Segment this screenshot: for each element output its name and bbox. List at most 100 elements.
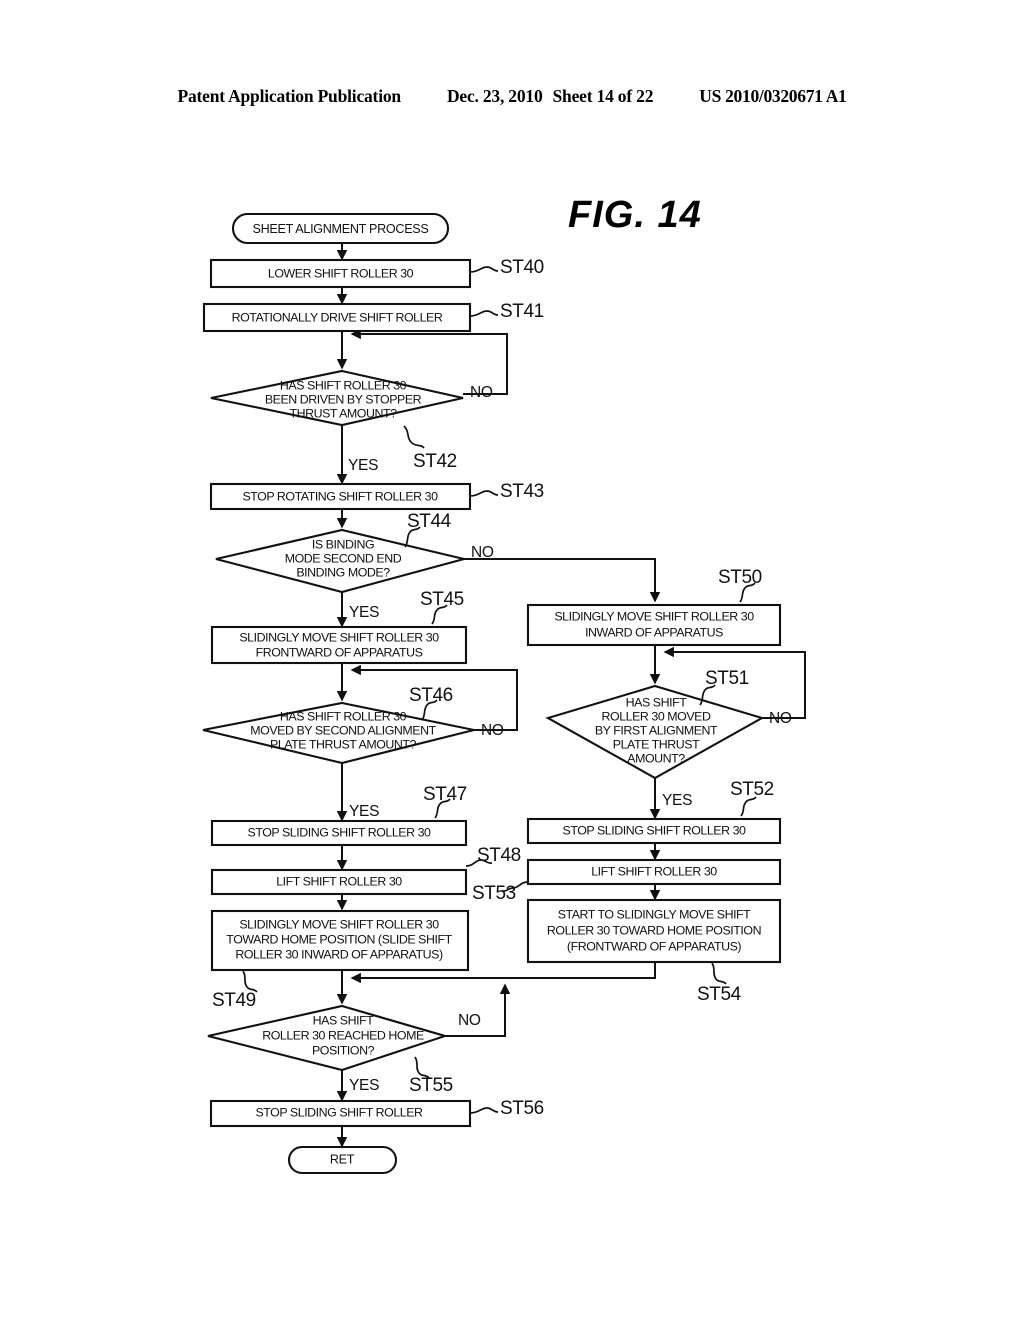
leader-st50: ST50 xyxy=(718,567,762,603)
node-st56[interactable]: STOP SLIDING SHIFT ROLLER xyxy=(209,1099,472,1128)
node-st55-line-2: POSITION? xyxy=(312,1043,375,1057)
step-label-st42: ST42 xyxy=(413,451,457,472)
branch-st51-no: NO xyxy=(769,710,792,727)
node-st45[interactable]: SLIDINGLY MOVE SHIFT ROLLER 30 FRONTWARD… xyxy=(210,625,468,665)
leader-st44: ST44 xyxy=(404,511,452,548)
step-label-st49: ST49 xyxy=(212,990,256,1011)
node-st51-line-2: BY FIRST ALIGNMENT xyxy=(595,723,718,737)
node-st54-line-0: START TO SLIDINGLY MOVE SHIFT xyxy=(558,907,751,921)
node-st44[interactable]: IS BINDING MODE SECOND END BINDING MODE? xyxy=(215,528,465,594)
node-st45-line-0: SLIDINGLY MOVE SHIFT ROLLER 30 xyxy=(239,630,439,644)
step-label-st45: ST45 xyxy=(420,589,464,610)
leader-st42: ST42 xyxy=(403,425,457,472)
node-ret[interactable]: RET xyxy=(287,1145,398,1175)
leader-st47: ST47 xyxy=(423,784,467,819)
node-st55[interactable]: HAS SHIFT ROLLER 30 REACHED HOME POSITIO… xyxy=(207,1004,449,1072)
node-st42[interactable]: HAS SHIFT ROLLER 30 BEEN DRIVEN BY STOPP… xyxy=(210,369,464,427)
leader-st46: ST46 xyxy=(409,685,453,721)
step-label-st50: ST50 xyxy=(718,567,762,588)
node-st48-line-0: LIFT SHIFT ROLLER 30 xyxy=(276,874,402,888)
branch-st42-no: NO xyxy=(470,384,493,401)
patent-drawing-page: Patent Application Publication Dec. 23, … xyxy=(0,0,1024,1320)
leader-st51: ST51 xyxy=(699,668,749,706)
node-st41[interactable]: ROTATIONALLY DRIVE SHIFT ROLLER xyxy=(202,302,472,333)
node-st43-line-0: STOP ROTATING SHIFT ROLLER 30 xyxy=(242,489,438,503)
node-st50[interactable]: SLIDINGLY MOVE SHIFT ROLLER 30 INWARD OF… xyxy=(526,603,782,647)
node-st49-line-1: TOWARD HOME POSITION (SLIDE SHIFT xyxy=(226,932,452,946)
node-st44-line-2: BINDING MODE? xyxy=(296,565,390,579)
leader-st48: ST48 xyxy=(465,845,521,867)
node-st53-line-0: LIFT SHIFT ROLLER 30 xyxy=(591,864,717,878)
node-st55-line-1: ROLLER 30 REACHED HOME xyxy=(262,1028,424,1042)
leader-st49: ST49 xyxy=(212,970,258,1011)
node-st40-line-0: LOWER SHIFT ROLLER 30 xyxy=(268,266,414,280)
node-st44-line-0: IS BINDING xyxy=(312,537,374,551)
node-st51-line-4: AMOUNT? xyxy=(627,751,685,765)
node-st50-line-1: INWARD OF APPARATUS xyxy=(585,625,723,639)
node-st51[interactable]: HAS SHIFT ROLLER 30 MOVED BY FIRST ALIGN… xyxy=(545,684,765,780)
node-ret-label: RET xyxy=(330,1152,355,1166)
branch-st44-no: NO xyxy=(471,544,494,561)
node-st47-line-0: STOP SLIDING SHIFT ROLLER 30 xyxy=(248,825,432,839)
node-st46-line-0: HAS SHIFT ROLLER 30 xyxy=(280,709,407,723)
branch-st46-no: NO xyxy=(481,722,504,739)
step-label-st43: ST43 xyxy=(500,481,544,502)
step-label-st51: ST51 xyxy=(705,668,749,689)
step-label-st54: ST54 xyxy=(697,984,742,1005)
leader-st45: ST45 xyxy=(420,589,464,625)
node-st44-line-1: MODE SECOND END xyxy=(285,551,402,565)
step-label-st55: ST55 xyxy=(409,1075,453,1096)
node-st49[interactable]: SLIDINGLY MOVE SHIFT ROLLER 30 TOWARD HO… xyxy=(210,909,470,972)
step-label-st40: ST40 xyxy=(500,257,544,278)
node-st54-line-2: (FRONTWARD OF APPARATUS) xyxy=(567,939,741,953)
node-st51-line-3: PLATE THRUST xyxy=(613,737,700,751)
branch-st44-yes: YES xyxy=(349,604,379,621)
branch-st55-yes: YES xyxy=(349,1077,379,1094)
leader-st40: ST40 xyxy=(469,257,544,278)
node-st46-line-1: MOVED BY SECOND ALIGNMENT xyxy=(250,723,436,737)
leader-st52: ST52 xyxy=(730,779,774,817)
node-st42-line-0: HAS SHIFT ROLLER 30 xyxy=(280,378,407,392)
leader-st43: ST43 xyxy=(469,481,544,502)
node-st56-line-0: STOP SLIDING SHIFT ROLLER xyxy=(255,1105,423,1119)
node-st51-line-0: HAS SHIFT xyxy=(626,695,688,709)
node-st52-line-0: STOP SLIDING SHIFT ROLLER 30 xyxy=(563,823,747,837)
step-label-st46: ST46 xyxy=(409,685,453,706)
step-label-st48: ST48 xyxy=(477,845,521,866)
leader-st41: ST41 xyxy=(469,301,544,322)
node-st55-line-0: HAS SHIFT xyxy=(313,1013,375,1027)
node-st51-line-1: ROLLER 30 MOVED xyxy=(602,709,711,723)
leader-st53: ST53 xyxy=(472,881,529,904)
node-st42-line-2: THRUST AMOUNT? xyxy=(289,406,397,420)
step-label-st47: ST47 xyxy=(423,784,467,805)
node-st53[interactable]: LIFT SHIFT ROLLER 30 xyxy=(526,858,782,886)
node-st49-line-0: SLIDINGLY MOVE SHIFT ROLLER 30 xyxy=(239,917,439,931)
node-start-label: SHEET ALIGNMENT PROCESS xyxy=(253,222,429,236)
node-st40[interactable]: LOWER SHIFT ROLLER 30 xyxy=(209,258,472,289)
leader-st56: ST56 xyxy=(469,1098,544,1119)
branch-st42-yes: YES xyxy=(348,457,378,474)
leader-st55: ST55 xyxy=(409,1056,453,1096)
node-st48[interactable]: LIFT SHIFT ROLLER 30 xyxy=(210,868,468,896)
step-label-st52: ST52 xyxy=(730,779,774,800)
node-st50-line-0: SLIDINGLY MOVE SHIFT ROLLER 30 xyxy=(554,609,754,623)
connector-st44-no-to-st50 xyxy=(464,558,661,603)
node-st54-line-1: ROLLER 30 TOWARD HOME POSITION xyxy=(547,923,761,937)
step-label-st41: ST41 xyxy=(500,301,544,322)
step-label-st44: ST44 xyxy=(407,511,452,532)
branch-st51-yes: YES xyxy=(662,792,692,809)
branch-st55-no: NO xyxy=(458,1012,481,1029)
node-start[interactable]: SHEET ALIGNMENT PROCESS xyxy=(231,212,450,245)
leader-st54: ST54 xyxy=(697,962,742,1005)
node-st49-line-2: ROLLER 30 INWARD OF APPARATUS) xyxy=(235,947,443,961)
node-st42-line-1: BEEN DRIVEN BY STOPPER xyxy=(265,392,422,406)
node-st43[interactable]: STOP ROTATING SHIFT ROLLER 30 xyxy=(209,482,472,511)
step-label-st53: ST53 xyxy=(472,883,516,904)
node-st52[interactable]: STOP SLIDING SHIFT ROLLER 30 xyxy=(526,817,782,845)
node-st46[interactable]: HAS SHIFT ROLLER 30 MOVED BY SECOND ALIG… xyxy=(202,701,475,765)
node-st46-line-2: PLATE THRUST AMOUNT? xyxy=(270,737,416,751)
node-st54[interactable]: START TO SLIDINGLY MOVE SHIFT ROLLER 30 … xyxy=(526,898,782,964)
branch-st46-yes: YES xyxy=(349,803,379,820)
node-st45-line-1: FRONTWARD OF APPARATUS xyxy=(256,645,423,659)
node-st47[interactable]: STOP SLIDING SHIFT ROLLER 30 xyxy=(210,819,468,847)
